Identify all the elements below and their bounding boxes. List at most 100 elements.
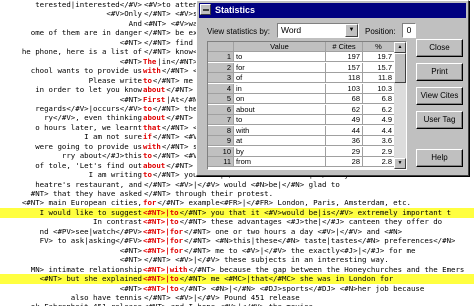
table-row[interactable]: 8 with 44 4.4 [208,125,395,136]
dialog-title: Statistics [215,5,256,15]
left-context-text: nd <#PV>see|watch</#PV> [39,226,142,236]
left-context-text: <#NT> but she explained [39,274,142,284]
left-context-text: ok Fahrenheit 451 release [31,302,142,306]
concordance-line[interactable]: ok Fahrenheit 451 release<#NT> and I hop… [0,302,474,306]
table-row[interactable]: 7 to 49 4.9 [208,115,395,125]
row-cites: 197 [326,52,363,62]
table-row[interactable]: 2 for 157 15.7 [208,62,395,73]
table-row[interactable]: 9 at 36 3.6 [208,136,395,146]
row-cites: 118 [326,73,363,83]
dialog-titlebar[interactable]: Statistics [199,3,466,18]
row-percent: 4.9 [363,115,395,125]
row-cites: 62 [326,104,363,115]
row-number: 2 [208,62,234,73]
row-percent: 15.7 [363,62,395,73]
row-value: on [234,94,326,104]
row-value: with [234,125,326,136]
position-input[interactable]: 0 [402,23,416,38]
help-button[interactable]: Help [416,149,463,167]
row-value: for [234,62,326,73]
column-header-percent[interactable]: % [363,42,395,52]
left-context-text: he phone, here is a list of [21,47,142,57]
statistics-table: Value # Cites % 1 to 197 19.7 2 for 157 15.7 3 of… [207,41,407,170]
left-context-text: rry about</#J>this [61,151,142,161]
row-percent: 2.8 [363,157,395,167]
row-value: to [234,115,326,125]
row-number: 3 [208,73,234,83]
left-context-text: also have tennis [70,292,142,302]
row-number: 5 [208,94,234,104]
left-context-text: MN> intimate relationship [30,264,142,274]
view-by-select[interactable]: Word ▼ [277,23,359,38]
table-row[interactable]: 3 of 118 11.8 [208,73,395,83]
print-button[interactable]: Print [416,63,463,81]
left-context-text: in order to let you know [35,85,142,95]
table-row[interactable]: 11 from 28 2.8 [208,157,395,167]
vertical-scrollbar[interactable]: ▲ ▼ [394,42,406,169]
left-context-text: <#NT> [119,283,142,293]
left-context-text: #NT> that they have asked [30,189,142,198]
row-cites: 68 [326,94,363,104]
left-context-text: I would like to suggest [39,207,142,217]
table-row[interactable]: 1 to 197 19.7 [208,52,395,62]
table-row[interactable]: 4 in 103 10.3 [208,83,395,94]
table-row[interactable]: 10 by 29 2.9 [208,146,395,157]
column-header-cites[interactable]: # Cites [326,42,363,52]
left-context-text: ry</#V>, even thinking [44,113,142,123]
row-value: from [234,157,326,167]
row-percent: 6.8 [363,94,395,104]
left-context-text: regards</#V>|occurs</#V> [35,103,142,113]
system-menu-icon[interactable] [200,4,211,15]
table-row[interactable]: 5 on 68 6.8 [208,94,395,104]
row-cites: 49 [326,115,363,125]
row-value: at [234,136,326,146]
left-context-text: <#NT> [119,56,142,66]
row-number: 9 [208,136,234,146]
left-context-text: I am not sure [84,132,142,142]
row-cites: 157 [326,62,363,73]
row-number: 6 [208,104,234,115]
left-context-text: chool wants to provide us [30,66,142,76]
scroll-up-icon[interactable]: ▲ [394,42,406,53]
left-context-text: FV> to ask|asking</#FV> [39,236,142,246]
close-button[interactable]: Close [416,39,463,57]
row-percent: 19.7 [363,52,395,62]
row-value: in [234,83,326,94]
left-context-text: <#NT> [119,94,142,104]
row-cites: 44 [326,125,363,136]
view-by-value: Word [281,25,302,35]
row-cites: 28 [326,157,363,167]
view-cites-button[interactable]: View Cites [416,87,463,105]
column-header[interactable] [208,42,234,52]
row-value: of [234,73,326,83]
left-context-text: ome of them are in danger [30,28,142,38]
row-number: 7 [208,115,234,125]
chevron-down-icon[interactable]: ▼ [345,24,358,37]
left-context-text: terested|interested</#V> [35,0,142,9]
position-label: Position: [365,27,396,36]
left-context-text: I am writing [88,170,142,180]
row-number: 11 [208,157,234,167]
user-tag-button[interactable]: User Tag [416,111,463,129]
left-context-text: <#NT> [119,245,142,255]
row-percent: 11.8 [363,73,395,83]
left-context-text: of tole, 'Let's find out [35,160,142,170]
scroll-down-icon[interactable]: ▼ [394,158,406,169]
row-percent: 6.2 [363,104,395,115]
left-context-text: Please write [88,75,142,85]
column-header-value[interactable]: Value [234,42,326,52]
left-context-text: <#V>Only [106,9,142,19]
statistics-dialog: Statistics View statistics by: Word ▼ Po… [196,0,469,176]
left-context: ok Fahrenheit 451 release [0,302,142,306]
scroll-thumb[interactable] [394,53,406,83]
left-context-text: <#NT> [119,255,142,265]
row-cites: 29 [326,146,363,157]
right-context: <#NT> and I hope <#V>|</#V> the movies [144,302,313,306]
left-context-text: And [128,18,142,28]
left-context-text: were going to provide us [35,141,142,151]
table-header: Value # Cites % [208,42,395,52]
left-context-text: <#NT> main European cities, [21,198,142,208]
row-value: about [234,104,326,115]
row-percent: 10.3 [363,83,395,94]
table-row[interactable]: 6 about 62 6.2 [208,104,395,115]
